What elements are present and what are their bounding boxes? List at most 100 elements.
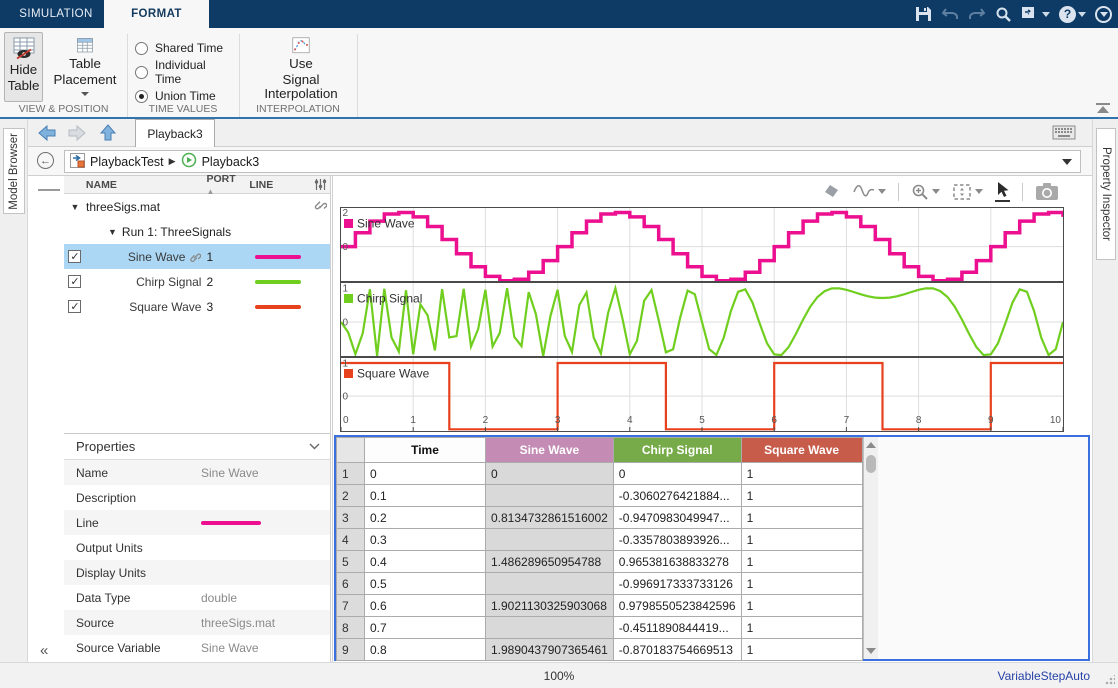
- use-signal-interpolation-button[interactable]: Use Signal Interpolation: [246, 32, 356, 102]
- table-row[interactable]: 70.61.90211303259030680.9798550523842596…: [337, 595, 863, 617]
- column-header-name[interactable]: NAME: [86, 179, 202, 191]
- sine-wave-cell[interactable]: 1.9890437907365461: [486, 639, 614, 661]
- time-cell[interactable]: 0.6: [365, 595, 486, 617]
- help-icon[interactable]: ?: [1059, 3, 1086, 25]
- collapse-pane-icon[interactable]: [1094, 103, 1112, 115]
- chirp-signal-cell[interactable]: -0.996917333733126: [613, 573, 741, 595]
- table-row[interactable]: 20.1-0.3060276421884...1: [337, 485, 863, 507]
- square-wave-cell[interactable]: 1: [741, 551, 862, 573]
- hide-panel-icon[interactable]: ←: [37, 152, 54, 169]
- sine-wave-cell[interactable]: 0.8134732861516002: [486, 507, 614, 529]
- add-to-model-icon[interactable]: [1021, 3, 1050, 25]
- pointer-tool-icon[interactable]: [995, 181, 1010, 202]
- breadcrumb-item-model[interactable]: PlaybackTest: [90, 155, 164, 169]
- property-row-description[interactable]: Description: [64, 485, 330, 510]
- chirp-signal-cell[interactable]: -0.870183754669513: [613, 639, 741, 661]
- signal-row-chirp-signal[interactable]: ✓Chirp Signal2: [64, 269, 330, 294]
- chirp-signal-cell[interactable]: 0.9798550523842596: [613, 595, 741, 617]
- chirp-signal-cell[interactable]: -0.9470983049947...: [613, 507, 741, 529]
- property-inspector-tab[interactable]: Property Inspector: [1096, 128, 1116, 260]
- square-wave-cell[interactable]: 1: [741, 573, 862, 595]
- signal-row-sine-wave[interactable]: ✓Sine Wave1: [64, 244, 330, 269]
- collapse-node-icon[interactable]: ▼: [71, 202, 80, 212]
- table-row[interactable]: 10001: [337, 463, 863, 485]
- sine-wave-cell[interactable]: [486, 617, 614, 639]
- property-row-source-variable[interactable]: Source VariableSine Wave: [64, 635, 330, 660]
- column-settings-icon[interactable]: [311, 178, 330, 191]
- save-icon[interactable]: [915, 3, 932, 25]
- property-value[interactable]: double: [195, 591, 330, 605]
- property-row-line[interactable]: Line: [64, 510, 330, 535]
- time-cell[interactable]: 0.4: [365, 551, 486, 573]
- table-row[interactable]: 60.5-0.9969173337331261: [337, 573, 863, 595]
- chirp-signal-cell[interactable]: -0.3060276421884...: [613, 485, 741, 507]
- undo-icon[interactable]: [941, 3, 959, 25]
- signal-visibility-checkbox[interactable]: ✓: [68, 275, 81, 288]
- collapse-properties-icon[interactable]: «: [40, 641, 60, 659]
- scrollbar-thumb[interactable]: [866, 455, 876, 473]
- tree-row-file[interactable]: ▼ threeSigs.mat: [64, 194, 330, 219]
- tab-simulation[interactable]: SIMULATION: [8, 0, 104, 28]
- back-icon[interactable]: [36, 123, 58, 146]
- zoom-tool-icon[interactable]: [911, 183, 940, 201]
- redo-icon[interactable]: [968, 3, 986, 25]
- tab-format[interactable]: FORMAT: [104, 0, 209, 28]
- sine-wave-cell[interactable]: 1.9021130325903068: [486, 595, 614, 617]
- property-row-display-units[interactable]: Display Units: [64, 560, 330, 585]
- properties-header[interactable]: Properties: [64, 434, 330, 460]
- snapshot-icon[interactable]: [1035, 182, 1059, 201]
- time-cell[interactable]: 0.3: [365, 529, 486, 551]
- signal-plots[interactable]: 20Sine Wave10Chirp Signal10Square Wave01…: [340, 207, 1064, 433]
- signal-data-table-container[interactable]: TimeSine WaveChirp SignalSquare Wave1000…: [334, 435, 1090, 661]
- sine-wave-cell[interactable]: [486, 573, 614, 595]
- signal-line-swatch[interactable]: [255, 305, 301, 309]
- column-header-chirp-signal[interactable]: Chirp Signal: [613, 438, 741, 463]
- property-value[interactable]: Sine Wave: [195, 641, 330, 655]
- model-browser-tab[interactable]: Model Browser: [3, 128, 25, 214]
- minimize-ribbon-icon[interactable]: [1095, 3, 1112, 25]
- sine-wave-cell[interactable]: 1.486289650954788: [486, 551, 614, 573]
- tree-row-run[interactable]: ▼ Run 1: ThreeSignals: [64, 219, 330, 244]
- radio-button-icon[interactable]: [135, 66, 148, 79]
- resize-grip-icon[interactable]: [1105, 675, 1115, 685]
- time-cell[interactable]: 0.8: [365, 639, 486, 661]
- square-wave-cell[interactable]: 1: [741, 617, 862, 639]
- square-wave-cell[interactable]: 1: [741, 529, 862, 551]
- signal-row-square-wave[interactable]: ✓Square Wave3: [64, 294, 330, 319]
- forward-icon[interactable]: [66, 123, 88, 146]
- table-row[interactable]: 30.20.8134732861516002-0.9470983049947..…: [337, 507, 863, 529]
- square-wave-cell[interactable]: 1: [741, 485, 862, 507]
- square-wave-cell[interactable]: 1: [741, 639, 862, 661]
- keyboard-shortcuts-icon[interactable]: [1052, 125, 1076, 143]
- fit-to-view-icon[interactable]: [952, 183, 983, 201]
- chirp-signal-cell[interactable]: 0: [613, 463, 741, 485]
- scroll-down-icon[interactable]: [866, 648, 876, 654]
- document-tab-playback3[interactable]: Playback3: [135, 119, 215, 147]
- table-row[interactable]: 40.3-0.3357803893926...1: [337, 529, 863, 551]
- signal-data-table[interactable]: TimeSine WaveChirp SignalSquare Wave1000…: [336, 437, 863, 661]
- column-header-sine-wave[interactable]: Sine Wave: [486, 438, 614, 463]
- chirp-signal-cell[interactable]: -0.4511890844419...: [613, 617, 741, 639]
- column-header-square-wave[interactable]: Square Wave: [741, 438, 862, 463]
- property-row-output-units[interactable]: Output Units: [64, 535, 330, 560]
- square-wave-cell[interactable]: 1: [741, 463, 862, 485]
- up-to-parent-icon[interactable]: [98, 123, 118, 146]
- property-value[interactable]: Sine Wave: [195, 466, 330, 480]
- time-cell[interactable]: 0.5: [365, 573, 486, 595]
- time-cell[interactable]: 0.7: [365, 617, 486, 639]
- square-wave-cell[interactable]: 1: [741, 507, 862, 529]
- radio-button-icon[interactable]: [135, 42, 148, 55]
- radio-individual-time[interactable]: Individual Time: [135, 60, 235, 84]
- property-row-name[interactable]: NameSine Wave: [64, 460, 330, 485]
- hide-table-button[interactable]: Hide Table: [4, 32, 43, 102]
- radio-shared-time[interactable]: Shared Time: [135, 36, 235, 60]
- table-scrollbar[interactable]: [863, 437, 878, 659]
- sine-wave-cell[interactable]: [486, 485, 614, 507]
- chirp-signal-cell[interactable]: 0.965381638833278: [613, 551, 741, 573]
- table-row[interactable]: 80.7-0.4511890844419...1: [337, 617, 863, 639]
- breadcrumb-item-block[interactable]: Playback3: [202, 155, 260, 169]
- signal-visibility-checkbox[interactable]: ✓: [68, 300, 81, 313]
- collapse-node-icon[interactable]: ▼: [108, 227, 117, 237]
- radio-button-icon[interactable]: [135, 90, 148, 103]
- breadcrumb-dropdown-icon[interactable]: [1062, 159, 1072, 165]
